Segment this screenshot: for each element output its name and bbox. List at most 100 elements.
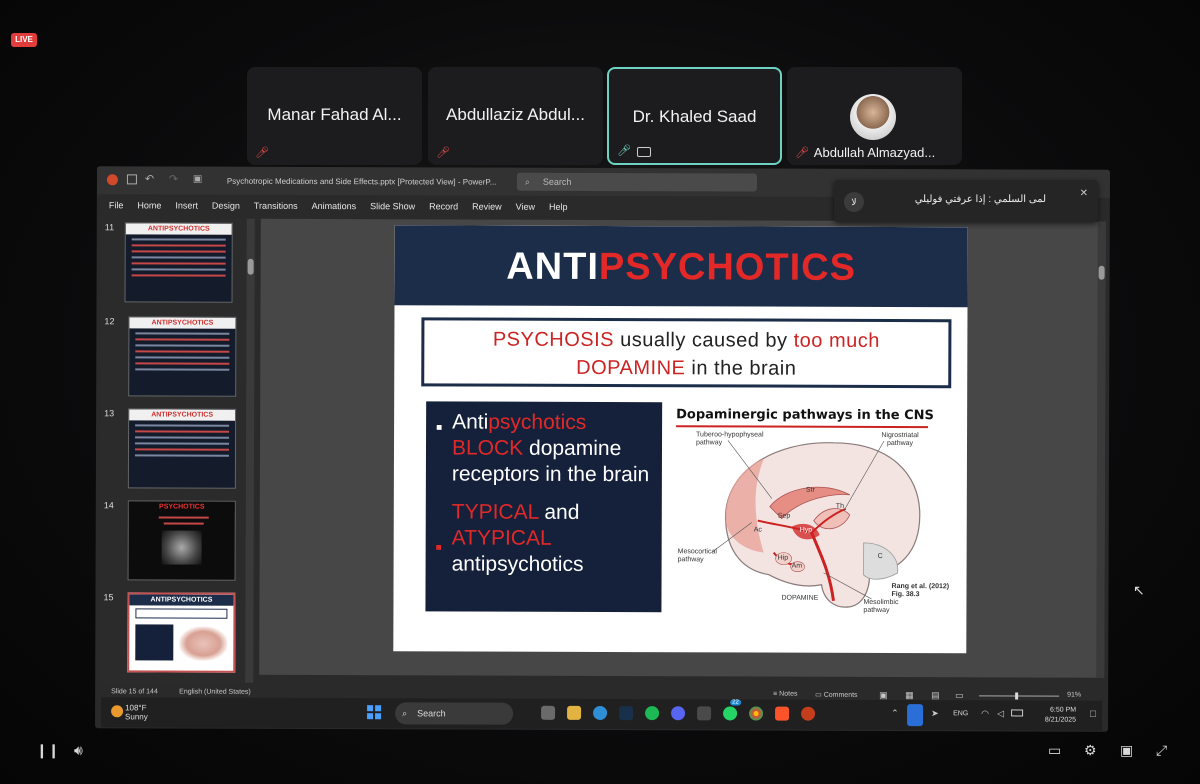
slide-thumbnails-pane: 11 ANTIPSYCHOTICS 12 ANTIPSYCHOTICS 13 A… [99, 218, 257, 683]
label-mesolimbic: Mesolimbic pathway [863, 598, 899, 615]
label-mesocortical: Mesocortical pathway [677, 548, 717, 564]
file-explorer-icon[interactable] [567, 705, 582, 720]
chevron-up-icon[interactable]: ⌃ [891, 708, 899, 719]
avatar [850, 94, 896, 140]
label-th: Th [835, 502, 844, 510]
close-icon[interactable]: ✕ [1080, 188, 1088, 199]
weather-icon [111, 705, 124, 718]
pause-icon[interactable]: ❙❙ [36, 742, 59, 759]
volume-icon[interactable]: ◁ [997, 708, 1004, 719]
slide-thumbnail-selected[interactable]: ANTIPSYCHOTICS [127, 592, 236, 673]
steam-icon[interactable] [619, 706, 634, 721]
settings-gear-icon[interactable]: ⚙ [1084, 742, 1097, 759]
participant-name: Abdullaziz Abdul... [446, 105, 585, 124]
label-str: Str [805, 486, 815, 494]
bullet-icon: ■ [436, 422, 443, 434]
search-input[interactable]: ⌕ Search [516, 172, 757, 192]
weather-widget[interactable]: 108°F Sunny [125, 703, 148, 721]
whatsapp-icon[interactable]: 22 [723, 699, 741, 721]
exit-fullscreen-icon[interactable]: ⤢ [1156, 742, 1167, 759]
slide-thumbnail[interactable]: ANTIPSYCHOTICS [124, 222, 233, 303]
tab-design[interactable]: Design [205, 201, 247, 215]
slide-thumbnail[interactable]: ANTIPSYCHOTICS [128, 316, 237, 397]
label-ac: Ac [753, 526, 762, 534]
wifi-icon[interactable]: ◠ [981, 708, 989, 719]
label-tuberoinfundibular: Tuberoo-hypophyseal pathway [696, 431, 764, 447]
tab-animations[interactable]: Animations [305, 201, 364, 215]
app-icon[interactable] [697, 706, 712, 721]
search-icon: ⌕ [402, 708, 408, 719]
thumbnail-scrollbar[interactable] [245, 218, 255, 683]
slide-number: 14 [103, 500, 114, 511]
language-status[interactable]: English (United States) [179, 689, 251, 696]
tab-help[interactable]: Help [542, 202, 575, 216]
powerpoint-taskbar-icon[interactable] [801, 706, 816, 721]
slide-thumbnail[interactable]: PSYCHOTICS [127, 500, 236, 581]
volume-icon[interactable]: 🔊︎ [74, 742, 83, 759]
input-language[interactable]: ENG [953, 710, 968, 717]
label-hyp: Hyp [799, 526, 813, 534]
chat-notification[interactable]: لا لمى السلمي : إذا عرفتي فوليلي ✕ [834, 180, 1098, 222]
thumbnail-title: ANTIPSYCHOTICS [125, 223, 232, 235]
participant-tile-speaking[interactable]: Dr. Khaled Saad 🎤︎ [607, 67, 782, 165]
screen-share-icon [637, 147, 651, 157]
comments-button[interactable]: ▭ Comments [815, 691, 857, 699]
participant-tile[interactable]: Manar Fahad Al... 🎤︎ [247, 67, 422, 165]
zoom-level[interactable]: 91% [1067, 692, 1081, 699]
windows-taskbar: 108°F Sunny ⌕ Search 22 ⌃ ➤ ENG ◠ ◁ 6:50… [101, 697, 1103, 731]
start-icon[interactable] [367, 705, 382, 720]
microphone-icon[interactable] [907, 704, 924, 727]
slide-title-band: ANTIPSYCHOTICS [394, 225, 968, 308]
notifications-icon[interactable]: □ [1090, 709, 1096, 720]
send-icon[interactable]: ➤ [931, 708, 939, 719]
thumbnail-title: PSYCHOTICS [128, 501, 235, 513]
slide-count: Slide 15 of 144 [111, 688, 158, 696]
bullet-icon: ■ [435, 542, 442, 554]
bullet-box: ■ Antipsychotics BLOCK dopamine receptor… [425, 401, 663, 613]
spotify-icon[interactable] [645, 706, 660, 721]
tab-slide-show[interactable]: Slide Show [363, 201, 422, 215]
tab-view[interactable]: View [509, 202, 542, 216]
powerpoint-icon [106, 174, 118, 186]
tab-record[interactable]: Record [422, 201, 465, 215]
taskbar-search[interactable]: ⌕ Search [395, 702, 514, 725]
system-clock[interactable]: 6:50 PM 8/21/2025 [1045, 706, 1076, 726]
participant-tile[interactable]: 🎤︎ Abdullah Almazyad... [787, 67, 962, 165]
zoom-slider[interactable] [979, 692, 1060, 700]
mic-on-icon: 🎤︎ [617, 145, 631, 157]
search-icon: ⌕ [524, 176, 530, 187]
tab-home[interactable]: Home [130, 200, 168, 214]
undo-icon[interactable]: ↶ [145, 172, 154, 185]
notes-button[interactable]: ≡ Notes [773, 691, 797, 698]
mouse-cursor-icon: ↖ [1133, 582, 1145, 598]
bullet-1: Antipsychotics BLOCK dopamine receptors … [451, 410, 650, 487]
edge-icon[interactable] [593, 705, 608, 721]
redo-icon[interactable]: ↷ [169, 172, 178, 185]
brave-icon[interactable] [775, 706, 790, 721]
discord-icon[interactable] [671, 706, 686, 721]
shared-screen: ↶ ↷ ▣ Psychotropic Medications and Side … [95, 166, 1110, 732]
thumbnail-title: ANTIPSYCHOTICS [129, 594, 234, 606]
present-icon[interactable]: ▣ [193, 174, 202, 185]
picture-in-picture-icon[interactable]: ▣ [1120, 742, 1133, 759]
tab-file[interactable]: File [97, 200, 131, 214]
captions-icon[interactable]: ▭ [1048, 742, 1061, 759]
live-badge: LIVE [11, 33, 37, 47]
notification-message: لمى السلمي : إذا عرفتي فوليلي [914, 194, 1046, 205]
search-placeholder: Search [542, 176, 572, 187]
thumbnail-image [161, 530, 202, 565]
tab-review[interactable]: Review [465, 202, 509, 216]
label-dopamine: DOPAMINE [781, 594, 819, 602]
participant-tile[interactable]: Abdullaziz Abdul... 🎤︎ [428, 67, 603, 165]
thumbnail-title: ANTIPSYCHOTICS [129, 317, 236, 329]
battery-icon[interactable] [1011, 709, 1024, 717]
task-view-icon[interactable] [541, 705, 556, 720]
save-icon[interactable] [126, 174, 137, 185]
slide-thumbnail[interactable]: ANTIPSYCHOTICS [127, 408, 237, 489]
tab-transitions[interactable]: Transitions [247, 201, 305, 215]
chrome-icon[interactable] [749, 706, 764, 721]
participant-name: Abdullah Almazyad... [813, 145, 936, 160]
mic-muted-icon: 🎤︎ [436, 147, 450, 159]
tab-insert[interactable]: Insert [168, 200, 205, 214]
canvas-scrollbar[interactable] [1096, 221, 1106, 678]
